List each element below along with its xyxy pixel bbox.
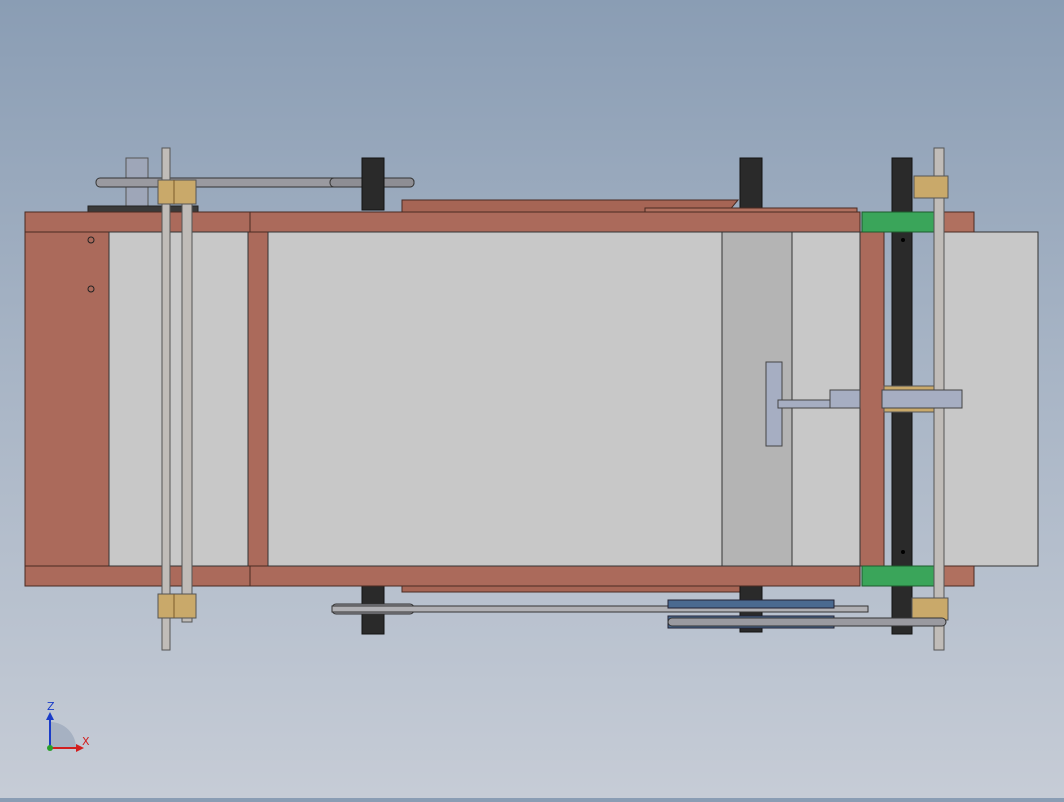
center-bed-panel	[267, 231, 723, 567]
cross-member	[247, 231, 269, 567]
x-axis-label: X	[82, 735, 90, 748]
left-bottom-collar	[157, 593, 197, 619]
right-end-member	[859, 231, 885, 567]
left-top-collar	[157, 179, 197, 205]
left-end-plate	[24, 211, 110, 587]
upper-roller-end-right	[739, 157, 763, 211]
cad-viewport[interactable]: Z X	[0, 0, 1064, 798]
right-bottom-collar	[911, 597, 949, 621]
right-top-collar	[913, 175, 949, 199]
cylinder-body	[881, 389, 963, 409]
exit-tray-bottom-flange	[939, 565, 975, 587]
lower-belt-drive	[331, 599, 947, 629]
z-axis-label: Z	[47, 700, 55, 713]
cylinder-head	[829, 389, 861, 409]
assembly-drawing: Z X	[24, 147, 1039, 752]
bottom-rail	[24, 565, 861, 587]
left-shaft-inner	[181, 201, 193, 623]
exit-tray-top-flange	[939, 211, 975, 233]
top-green-bracket	[861, 211, 943, 233]
lower-blue-pulley	[667, 599, 835, 609]
piston-rod	[777, 399, 833, 409]
coordinate-triad: Z X	[46, 700, 90, 752]
left-shaft	[161, 147, 171, 651]
top-rail	[24, 211, 861, 233]
lower-chute-plate	[401, 585, 741, 593]
bottom-green-bracket	[861, 565, 943, 587]
lower-belt-short	[667, 617, 947, 627]
left-bed-panel	[108, 231, 249, 567]
upper-roller-end-mid	[361, 157, 385, 211]
